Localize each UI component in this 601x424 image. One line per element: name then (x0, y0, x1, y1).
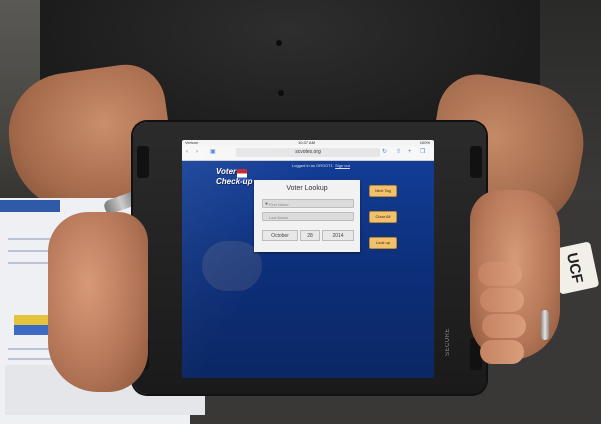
left-hand (48, 212, 148, 392)
web-content: Logged in as GROOT1 Sign out Voter Check… (182, 161, 434, 378)
browser-toolbar: ‹ › ▣ scvotes.org ↻ ⇧ + ❐ (182, 146, 434, 161)
logged-in-text: Logged in as GROOT1 (292, 163, 333, 168)
next-tag-label: Next Tag (375, 188, 391, 193)
first-name-field[interactable]: ● First Name (262, 199, 354, 208)
lookup-title: Voter Lookup (286, 185, 328, 192)
voter-lookup-card: Voter Lookup ● First Name Last Name Octo… (254, 180, 360, 252)
clear-all-button[interactable]: Clear All (369, 211, 397, 223)
shirt-button (278, 90, 284, 96)
reload-icon[interactable]: ↻ (382, 148, 387, 157)
finger (480, 288, 524, 312)
month-select[interactable]: October (262, 230, 298, 241)
finger (480, 340, 524, 364)
last-name-placeholder: Last Name (269, 215, 289, 220)
tag-label: UCF (563, 251, 587, 285)
look-up-label: Look up (375, 240, 391, 245)
look-up-button[interactable]: Look up (369, 237, 397, 249)
chevron-right-icon[interactable]: › (196, 148, 198, 157)
year-select[interactable]: 2014 (322, 230, 354, 241)
case-bumper (137, 146, 149, 178)
wedding-ring (541, 310, 549, 340)
finger (478, 262, 522, 286)
finger (482, 314, 526, 338)
last-name-field[interactable]: Last Name (262, 212, 354, 221)
paper-header-strip (0, 200, 60, 212)
login-status: Logged in as GROOT1 Sign out (292, 163, 350, 168)
sign-out-link[interactable]: Sign out (335, 163, 350, 168)
clear-all-label: Clear All (375, 214, 391, 219)
tablet-screen: Verizon 10:37 AM 100% ‹ › ▣ scvotes.org … (182, 140, 434, 378)
screen-reflection (202, 241, 262, 291)
share-icon[interactable]: ⇧ (396, 148, 401, 157)
year-value: 2014 (332, 233, 344, 239)
chevron-left-icon[interactable]: ‹ (186, 148, 188, 157)
shirt-button (276, 40, 282, 46)
case-brand-label: SECURE (445, 327, 451, 356)
next-tag-button[interactable]: Next Tag (369, 185, 397, 197)
logo-line1: Voter (216, 167, 237, 176)
month-value: October (271, 233, 289, 239)
day-select[interactable]: 28 (300, 230, 320, 241)
plus-icon[interactable]: + (408, 148, 412, 157)
photo-scene: UCF SECURE Verizon 10:37 AM 100% ‹ › ▣ s… (0, 0, 601, 424)
day-value: 28 (307, 233, 313, 239)
first-name-placeholder: First Name (269, 202, 289, 207)
url-text: scvotes.org (295, 149, 321, 155)
tabs-icon[interactable]: ❐ (420, 148, 425, 157)
birthdate-picker: October 28 2014 (262, 230, 354, 241)
book-icon[interactable]: ▣ (210, 148, 216, 157)
voter-checkup-logo: Voter Check-up (216, 167, 256, 193)
case-bumper (470, 146, 482, 178)
address-bar[interactable]: scvotes.org (236, 148, 380, 157)
user-icon: ● (265, 201, 269, 207)
logo-line2: Check-up (216, 177, 253, 186)
